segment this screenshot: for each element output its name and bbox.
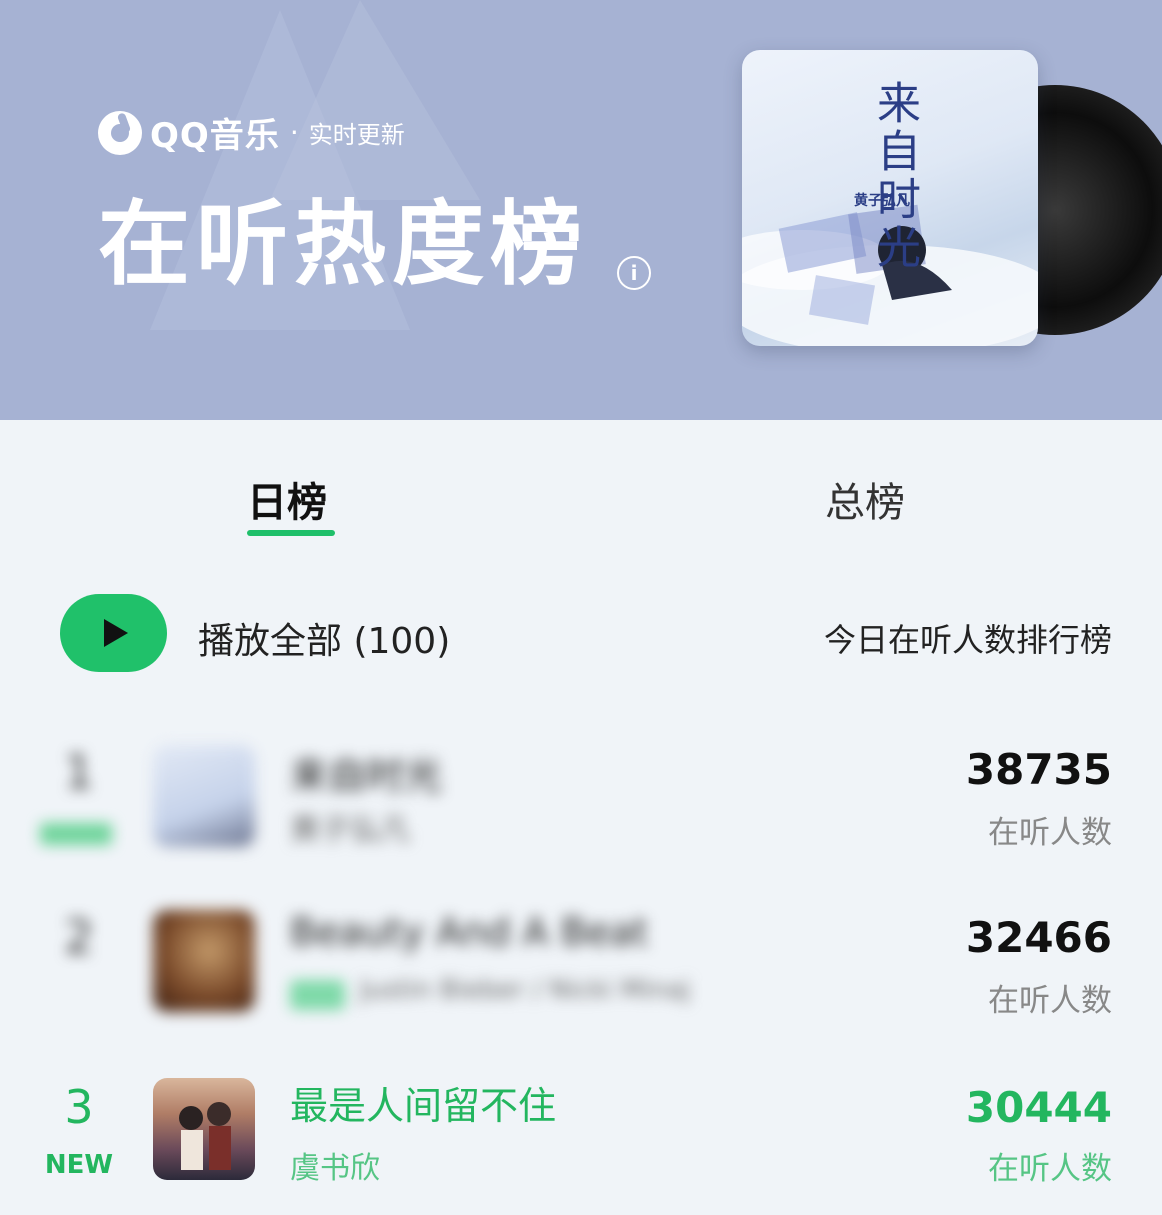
play-all-button[interactable] — [60, 594, 167, 672]
ranking-description: 今日在听人数排行榜 — [823, 621, 1112, 659]
rank-change-badge — [40, 823, 112, 845]
song-title: 来自时光 — [290, 754, 443, 798]
song-artist: Justin Bieber / Nicki Minaj — [360, 975, 691, 1005]
song-title: 最是人间留不住 — [290, 1084, 557, 1128]
page-title: 在听热度榜 — [98, 191, 589, 298]
song-thumbnail — [153, 910, 255, 1012]
song-title: Beauty And A Beat — [290, 910, 649, 954]
list-item[interactable]: 1 来自时光 黄子弘凡 38735 在听人数 — [0, 735, 1162, 875]
rank-number: 1 — [64, 745, 94, 799]
brand-subtitle: 实时更新 — [308, 121, 405, 149]
brand: QQ音乐 · 实时更新 — [98, 108, 405, 157]
listener-count-label: 在听人数 — [988, 983, 1112, 1019]
qq-music-logo-icon — [98, 110, 142, 155]
album-cover[interactable]: 来自时光 黄子弘凡 — [742, 50, 1038, 346]
list-item[interactable]: 3 NEW 最是人间留不住 虞书欣 30444 在听人数 — [0, 1075, 1162, 1215]
listener-count: 30444 — [965, 1083, 1112, 1132]
play-all-label[interactable]: 播放全部 (100) — [198, 612, 450, 664]
thumbnail-artwork — [179, 1102, 231, 1170]
song-thumbnail — [153, 745, 255, 847]
new-badge: NEW — [44, 1150, 114, 1180]
listener-count-label: 在听人数 — [988, 815, 1112, 851]
chart-header: QQ音乐 · 实时更新 在听热度榜 i 来自时光 黄子弘凡 — [0, 0, 1162, 420]
vip-badge — [290, 980, 345, 1010]
info-icon[interactable]: i — [617, 256, 651, 290]
brand-name: QQ音乐 — [150, 116, 280, 156]
listener-count: 32466 — [965, 913, 1112, 962]
tab-total[interactable]: 总榜 — [825, 470, 905, 528]
rank-number: 3 — [64, 1080, 94, 1134]
song-artist: 黄子弘凡 — [290, 813, 410, 848]
tab-daily[interactable]: 日榜 — [247, 470, 327, 528]
listener-count-label: 在听人数 — [988, 1151, 1112, 1187]
cover-artist: 黄子弘凡 — [854, 193, 910, 209]
list-item[interactable]: 2 Beauty And A Beat Justin Bieber / Nick… — [0, 905, 1162, 1045]
song-artist: 虞书欣 — [290, 1151, 380, 1186]
brand-separator: · — [289, 116, 299, 149]
listener-count: 38735 — [965, 745, 1112, 794]
rank-number: 2 — [64, 910, 94, 964]
play-icon — [104, 619, 128, 647]
active-tab-indicator — [247, 530, 335, 536]
song-thumbnail — [153, 1078, 255, 1180]
cover-title: 来自时光 — [869, 80, 920, 272]
